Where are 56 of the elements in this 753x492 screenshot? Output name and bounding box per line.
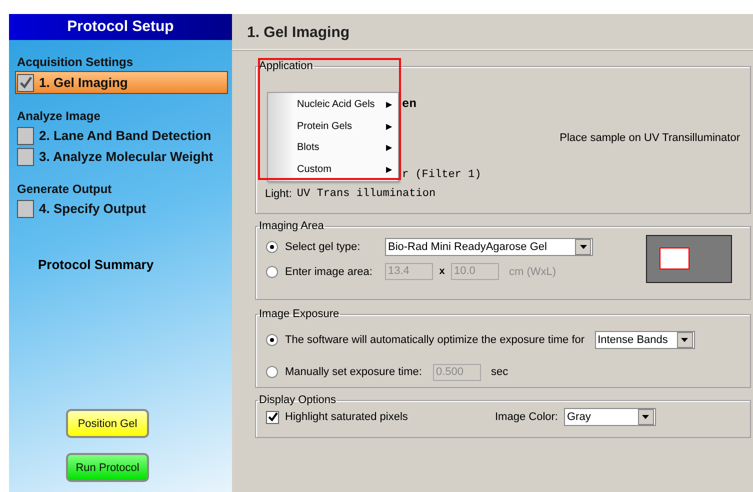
menu-item[interactable]: Custom ▶ xyxy=(268,158,398,180)
check-icon xyxy=(268,412,278,422)
radio-label: The software will automatically optimize the exposure time for xyxy=(285,334,585,346)
summary-label: Protocol Summary xyxy=(38,257,155,272)
step-item[interactable]: 4. Specify Output xyxy=(17,198,228,219)
step-checkbox[interactable] xyxy=(17,126,34,144)
step-item[interactable]: 1. Gel Imaging xyxy=(15,71,228,94)
radio-button[interactable] xyxy=(266,240,278,252)
unit-label: sec xyxy=(490,366,508,378)
step-label: 3. Analyze Molecular Weight xyxy=(39,149,214,164)
section-heading: Generate Output xyxy=(17,182,113,196)
step-label: 4. Specify Output xyxy=(39,201,146,216)
step-item[interactable]: 2. Lane And Band Detection xyxy=(17,125,228,146)
radio-label: Enter image area: xyxy=(285,266,374,278)
unit-label: cm (WxL) xyxy=(509,266,556,278)
light-label: Light: xyxy=(265,188,292,200)
light-value: UV Trans illumination xyxy=(296,188,436,200)
radio-label: Select gel type: xyxy=(285,240,362,252)
action-button[interactable]: Run Protocol xyxy=(66,453,149,482)
dropdown-arrow-icon xyxy=(681,338,688,342)
application-name: en xyxy=(402,97,416,111)
check-icon xyxy=(18,74,33,90)
group-title: Imaging Area xyxy=(258,220,325,232)
sidebar-title: Protocol Setup xyxy=(9,14,232,40)
step-label: 2. Lane And Band Detection xyxy=(39,128,212,143)
area-preview-icon xyxy=(646,235,732,283)
gel-type-dropdown[interactable]: Bio-Rad Mini ReadyAgarose Gel xyxy=(385,238,593,256)
image-color-label: Image Color: xyxy=(495,411,558,423)
menu-item[interactable]: Blots ▶ xyxy=(268,137,398,158)
dropdown-arrow-icon xyxy=(642,415,650,419)
instruction-text: Place sample on UV Transilluminator xyxy=(560,132,740,144)
exposure-dropdown[interactable]: Intense Bands xyxy=(594,331,695,349)
checkbox-label: Highlight saturated pixels xyxy=(285,411,409,423)
page-title: 1. Gel Imaging xyxy=(232,14,753,50)
group-title: Display Options xyxy=(258,394,338,406)
radio-label: Manually set exposure time: xyxy=(285,366,422,378)
group-title: Image Exposure xyxy=(258,308,340,320)
times-label: x xyxy=(438,266,446,277)
section-heading: Analyze Image xyxy=(17,109,102,123)
menu-item[interactable]: Nucleic Acid Gels ▶ xyxy=(268,94,398,116)
radio-button[interactable] xyxy=(266,334,278,346)
menu-item[interactable]: Protein Gels ▶ xyxy=(268,116,398,137)
step-checkbox[interactable] xyxy=(17,74,34,92)
action-button[interactable]: Position Gel xyxy=(66,409,149,438)
step-item[interactable]: 3. Analyze Molecular Weight xyxy=(17,146,228,167)
step-checkbox[interactable] xyxy=(17,200,34,218)
checkbox[interactable] xyxy=(266,410,279,424)
step-checkbox[interactable] xyxy=(17,148,34,166)
filter-text: r (Filter 1) xyxy=(402,169,482,181)
section-heading: Acquisition Settings xyxy=(17,55,134,69)
radio-button[interactable] xyxy=(266,266,278,278)
radio-button[interactable] xyxy=(266,366,278,378)
group-title: Application xyxy=(258,60,314,72)
dropdown-arrow-icon xyxy=(580,244,586,248)
step-label: 1. Gel Imaging xyxy=(39,75,128,90)
image-color-dropdown[interactable]: Gray xyxy=(564,408,656,426)
